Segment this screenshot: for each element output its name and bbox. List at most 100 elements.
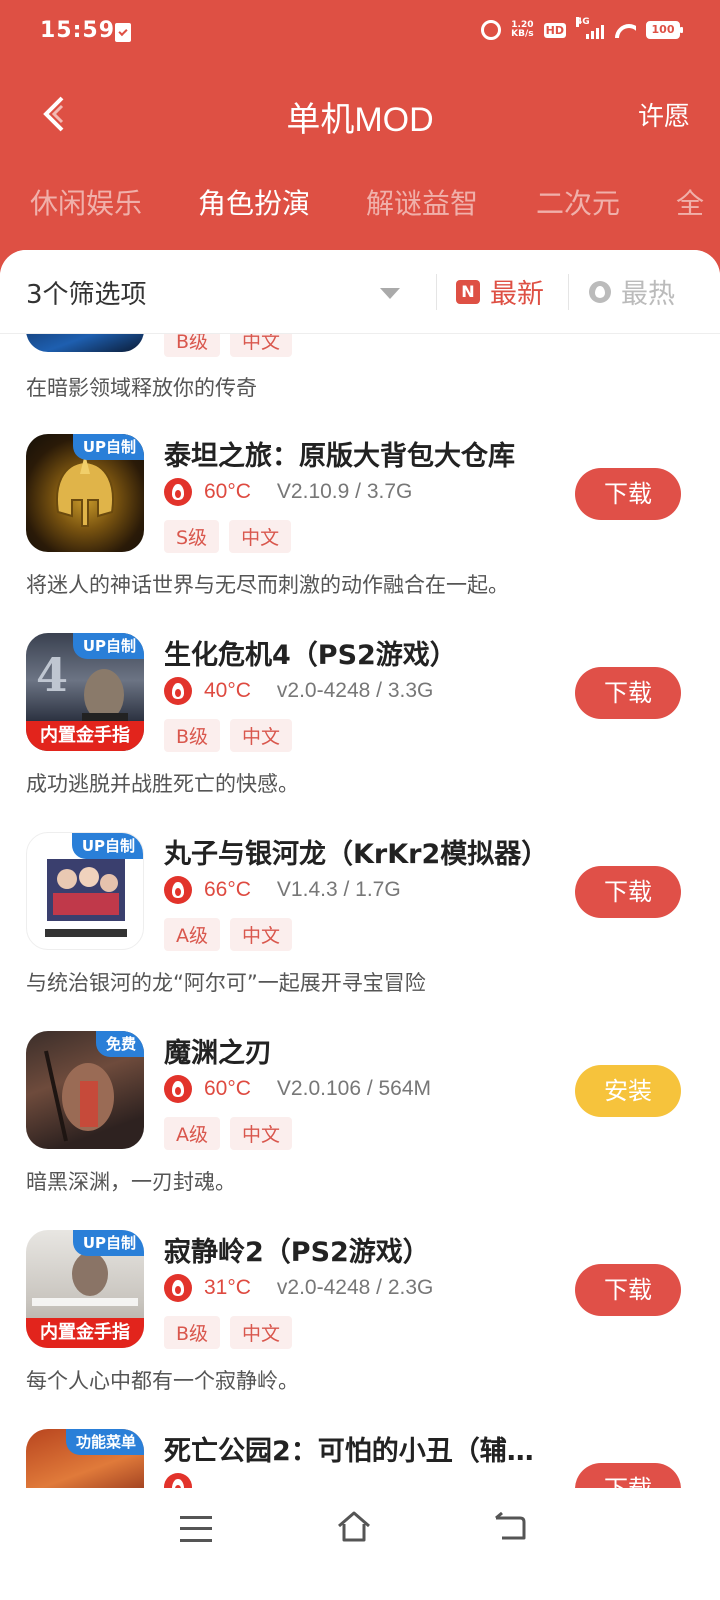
list-item[interactable]: B级 中文 在暗影领域释放你的传奇 [0, 304, 720, 404]
download-button[interactable]: 下载 [575, 1463, 681, 1488]
back-icon[interactable] [494, 1512, 526, 1542]
category-tabs: 休闲娱乐 角色扮演 解谜益智 二次元 全 [0, 182, 720, 226]
top-bar: 单机MOD 许愿 [0, 82, 720, 146]
menu-icon[interactable] [180, 1516, 212, 1542]
app-name[interactable]: 寂静岭2（PS2游戏） [164, 1230, 430, 1269]
app-name[interactable]: 魔渊之刃 [164, 1031, 272, 1070]
tab-rpg[interactable]: 角色扮演 [198, 182, 310, 222]
heat-value: 40°C [204, 679, 251, 702]
speed-unit: KB/s [511, 29, 534, 39]
download-button[interactable]: 下载 [575, 1264, 681, 1316]
version-size: V2.0.106 / 564M [276, 1077, 432, 1100]
language-tag: 中文 [230, 719, 293, 752]
grade-tag: S级 [164, 520, 220, 553]
wish-button[interactable]: 许愿 [638, 96, 690, 133]
sort-newest-label: 最新 [490, 279, 544, 310]
hot-icon [589, 280, 611, 303]
tag-list: A级 中文 [164, 918, 293, 951]
language-tag: 中文 [229, 520, 292, 553]
app-meta [164, 1473, 204, 1488]
network-type: 4G [576, 17, 590, 27]
list-item[interactable]: UP自制 内置金手指 寂静岭2（PS2游戏） 31°C v2.0-4248 / … [0, 1230, 720, 1429]
fire-icon [164, 1473, 192, 1488]
page-title: 单机MOD [286, 101, 434, 139]
tag-list: B级 中文 [164, 719, 293, 752]
signal-icon: 4G [576, 17, 604, 39]
fire-icon [164, 677, 192, 705]
app-description: 将迷人的神话世界与无尽而刺激的动作融合在一起。 [26, 573, 509, 597]
tag-list: S级 中文 [164, 520, 292, 553]
home-icon[interactable] [336, 1510, 372, 1542]
svg-text:4: 4 [36, 648, 68, 702]
app-name[interactable]: 泰坦之旅：原版大背包大仓库 [164, 434, 515, 473]
titan-quest-icon[interactable]: UP自制 [26, 434, 144, 552]
version-size: v2.0-4248 / 2.3G [276, 1276, 434, 1299]
tab-anime[interactable]: 二次元 [536, 182, 620, 222]
language-tag: 中文 [230, 1117, 293, 1150]
download-button[interactable]: 下载 [575, 866, 681, 918]
alarm-icon [481, 20, 502, 40]
list-item[interactable]: 功能菜单 死亡公园2：可怕的小丑（辅… 下载 [0, 1429, 720, 1488]
version-size: v2.0-4248 / 3.3G [276, 679, 434, 702]
list-item[interactable]: UP自制 泰坦之旅：原版大背包大仓库 60°C V2.10.9 / 3.7G S… [0, 434, 720, 633]
resident-evil-4-icon[interactable]: 4 UP自制 内置金手指 [26, 633, 144, 751]
system-nav-bar [0, 1488, 720, 1600]
grade-tag: A级 [164, 918, 220, 951]
blade-of-abyss-icon[interactable]: 免费 [26, 1031, 144, 1149]
status-time: 15:59 [40, 18, 116, 43]
grade-tag: B级 [164, 719, 221, 752]
list-item[interactable]: 免费 魔渊之刃 60°C V2.0.106 / 564M A级 中文 安装 暗黑… [0, 1031, 720, 1230]
divider [568, 274, 569, 310]
dead-park-2-icon[interactable]: 功能菜单 [26, 1429, 144, 1488]
language-tag: 中文 [230, 918, 293, 951]
download-button[interactable]: 下载 [575, 468, 681, 520]
wifi-icon [614, 22, 636, 38]
cheat-banner: 内置金手指 [26, 721, 144, 751]
download-button[interactable]: 下载 [575, 667, 681, 719]
app-name[interactable]: 丸子与银河龙（KrKr2模拟器） [164, 832, 548, 871]
grade-tag: A级 [164, 1117, 220, 1150]
app-meta: 60°C V2.0.106 / 564M [164, 1075, 431, 1103]
sort-hottest[interactable]: 最热 [589, 272, 675, 311]
battery-icon: 100 [646, 21, 683, 39]
icon-badge: UP自制 [72, 633, 144, 659]
grade-tag: B级 [164, 1316, 221, 1349]
silent-hill-2-icon[interactable]: UP自制 内置金手指 [26, 1230, 144, 1348]
list-item[interactable]: 4 UP自制 内置金手指 生化危机4（PS2游戏） 40°C v2.0-4248… [0, 633, 720, 832]
heat-value: 31°C [204, 1276, 251, 1299]
app-name[interactable]: 死亡公园2：可怕的小丑（辅… [164, 1429, 534, 1468]
icon-badge: 免费 [95, 1031, 144, 1057]
fire-icon [164, 478, 192, 506]
heat-value: 60°C [204, 1077, 251, 1100]
install-button[interactable]: 安装 [575, 1065, 681, 1117]
clipboard-icon [115, 23, 131, 42]
hd-icon: HD [543, 22, 566, 38]
tag-list: B级 中文 [164, 1316, 293, 1349]
list-item[interactable]: UP自制 丸子与银河龙（KrKr2模拟器） 66°C V1.4.3 / 1.7G… [0, 832, 720, 1031]
divider [436, 274, 437, 310]
app-meta: 31°C v2.0-4248 / 2.3G [164, 1274, 433, 1302]
heat-value: 60°C [204, 480, 251, 503]
network-speed: 1.20 KB/s [511, 21, 533, 39]
cheat-banner: 内置金手指 [26, 1318, 144, 1348]
tab-puzzle[interactable]: 解谜益智 [366, 182, 478, 222]
heat-value: 66°C [204, 878, 251, 901]
app-description: 成功逃脱并战胜死亡的快感。 [26, 772, 299, 796]
dropdown-arrow-icon[interactable] [380, 288, 400, 299]
marco-galaxy-dragon-icon[interactable]: UP自制 [26, 832, 144, 950]
status-bar: 15:59 1.20 KB/s HD 4G 100 [40, 17, 683, 48]
icon-badge: 功能菜单 [65, 1429, 144, 1455]
version-size: V1.4.3 / 1.7G [276, 878, 401, 901]
app-header: 15:59 1.20 KB/s HD 4G 100 单机MOD 许愿 休闲娱乐 … [0, 0, 720, 290]
fire-icon [164, 1274, 192, 1302]
tab-all[interactable]: 全 [676, 182, 704, 222]
fire-icon [164, 1075, 192, 1103]
sort-hottest-label: 最热 [621, 279, 675, 310]
sort-newest[interactable]: N 最新 [456, 272, 544, 311]
filter-dropdown[interactable]: 3个筛选项 [26, 274, 147, 311]
app-meta: 60°C V2.10.9 / 3.7G [164, 478, 412, 506]
icon-badge: UP自制 [72, 1230, 144, 1256]
newest-icon: N [456, 279, 480, 304]
app-name[interactable]: 生化危机4（PS2游戏） [164, 633, 457, 672]
tab-casual[interactable]: 休闲娱乐 [30, 182, 142, 222]
